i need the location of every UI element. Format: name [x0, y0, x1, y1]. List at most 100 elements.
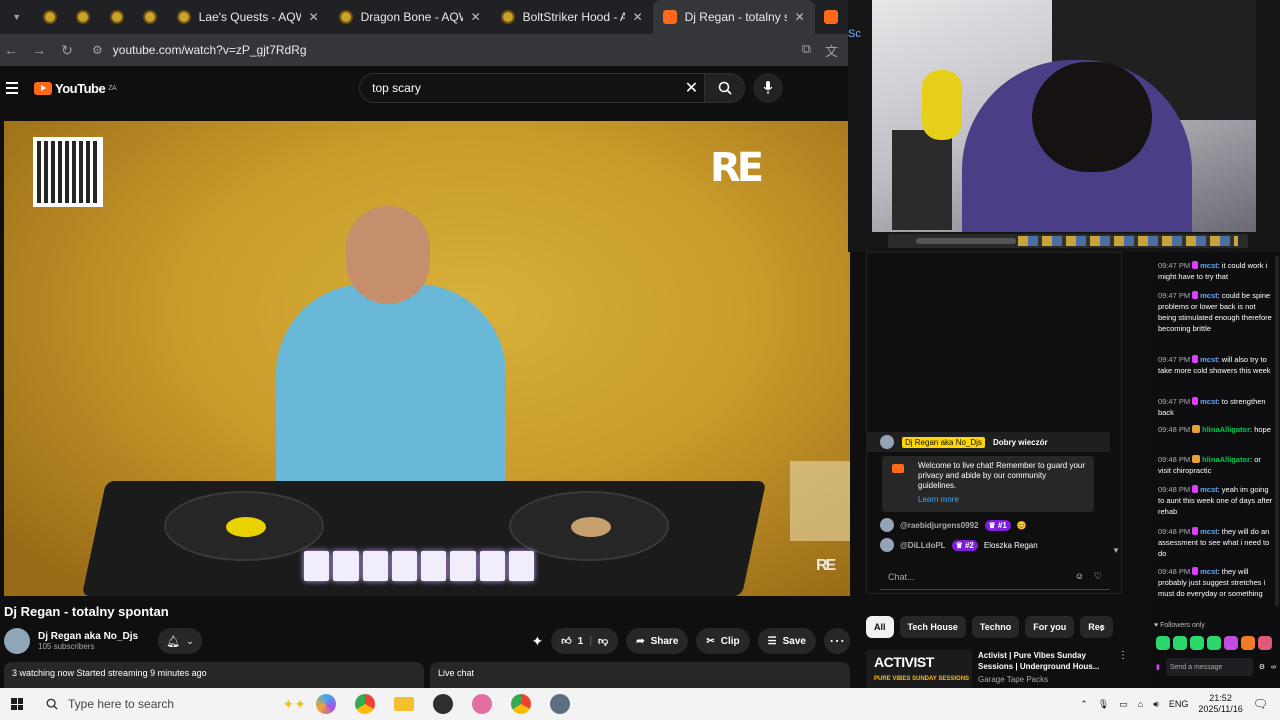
send-message-input[interactable]: Send a message: [1165, 658, 1253, 676]
rank-badge: ♛ #1: [984, 519, 1011, 531]
browser-tab[interactable]: Dragon Bone - AQW ✕: [329, 0, 491, 34]
chat-author[interactable]: @raebidjurgens0992: [900, 521, 979, 530]
emote-icon[interactable]: [1207, 636, 1221, 650]
video-player[interactable]: RE RE: [4, 121, 850, 596]
game-toolbar[interactable]: [888, 234, 1248, 248]
chip-recent[interactable]: Rec: [1080, 616, 1113, 638]
like-button[interactable]: 👍︎ 1 | 👎︎: [551, 628, 619, 654]
chevron-up-icon[interactable]: ⌃: [1080, 699, 1088, 710]
learn-more-link[interactable]: Learn more: [918, 495, 1086, 505]
scroll-down-icon[interactable]: ▼: [1112, 546, 1120, 555]
welcome-notice: Welcome to live chat! Remember to guard …: [882, 456, 1094, 512]
taskbar-app-chrome-2[interactable]: [501, 688, 540, 720]
sparkle-icon[interactable]: ✦: [531, 633, 543, 650]
pinned-tab[interactable]: [100, 0, 133, 34]
menu-icon[interactable]: [6, 82, 18, 94]
system-tray: ⌃ 🎙︎ ▭ ⌂ 🔊︎ ENG 21:52 2025/11/16 🗨︎: [1080, 693, 1280, 715]
emote-icon[interactable]: [1190, 636, 1204, 650]
emote-icon[interactable]: [1258, 636, 1272, 650]
video-thumbnail[interactable]: ACTIVIST PURE VIBES SUNDAY SESSIONS: [866, 650, 972, 688]
taskbar-app-chrome[interactable]: [345, 688, 384, 720]
aqw-favicon-icon: [76, 10, 91, 24]
install-app-icon[interactable]: ⧉: [802, 41, 811, 60]
corner-watermark: RE: [816, 557, 836, 574]
volume-icon[interactable]: 🔊︎: [1153, 699, 1159, 710]
channel-name[interactable]: Dj Regan aka No_Djs: [38, 631, 138, 642]
chevron-right-icon[interactable]: ›: [1100, 616, 1105, 638]
emote-icon[interactable]: [1156, 636, 1170, 650]
translate-icon[interactable]: 文: [825, 41, 838, 60]
voice-search-button[interactable]: [753, 73, 784, 103]
save-playlist-icon: ☰: [767, 635, 777, 647]
chip-all[interactable]: All: [866, 616, 894, 638]
microphone-icon[interactable]: 🎙︎: [1098, 699, 1109, 710]
taskbar-app-snip[interactable]: [462, 688, 501, 720]
reload-icon[interactable]: ↻: [60, 42, 74, 59]
tab-label: Dj Regan - totalny spontan: [684, 10, 787, 24]
tab-list-button[interactable]: ▼: [0, 0, 33, 34]
snipping-tool-icon: [471, 694, 492, 714]
language-indicator[interactable]: ENG: [1169, 699, 1189, 709]
share-button[interactable]: ➦ Share: [626, 628, 689, 654]
forward-icon[interactable]: →: [32, 42, 46, 58]
clock[interactable]: 21:52 2025/11/16: [1198, 693, 1242, 715]
description-box[interactable]: 3 watching now Started streaming 9 minut…: [4, 662, 424, 688]
emote-icon[interactable]: [1224, 636, 1238, 650]
link-icon[interactable]: ∞: [1271, 664, 1276, 671]
taskbar-app-obs[interactable]: [423, 688, 462, 720]
thumbs-down-icon[interactable]: 👎︎: [598, 635, 608, 647]
search-input[interactable]: top scary ✕: [359, 73, 706, 103]
youtube-logo[interactable]: YouTube ZA: [34, 81, 117, 96]
search-button[interactable]: [705, 73, 746, 103]
emote-icon[interactable]: [1241, 636, 1255, 650]
display-icon[interactable]: ▭: [1119, 699, 1128, 710]
rank-badge: ♛ #2: [951, 539, 978, 551]
more-vertical-icon[interactable]: ⋮: [1118, 650, 1124, 688]
back-icon[interactable]: ←: [4, 42, 18, 58]
heart-icon[interactable]: ♡: [1094, 571, 1102, 582]
chat-scrollbar[interactable]: [1275, 256, 1279, 606]
chip-tech-house[interactable]: Tech House: [899, 616, 966, 638]
save-button[interactable]: ☰ Save: [757, 628, 816, 654]
chat-input[interactable]: Chat... ☺ ♡: [880, 564, 1110, 590]
youtube-play-icon: [34, 81, 52, 95]
browser-tab[interactable]: [815, 0, 848, 34]
avatar: [880, 435, 894, 449]
clear-search-icon[interactable]: ✕: [685, 78, 698, 98]
start-button[interactable]: [0, 698, 34, 710]
clip-button[interactable]: ✂ Clip: [696, 628, 750, 654]
notification-button[interactable]: 🔔︎ ⌄: [158, 628, 203, 654]
address-bar[interactable]: ⚙ youtube.com/watch?v=zP_gjt7RdRg: [92, 38, 307, 62]
network-icon[interactable]: ⌂: [1138, 699, 1143, 709]
recommended-title[interactable]: Activist | Pure Vibes Sunday Sessions | …: [978, 650, 1112, 672]
chat-message: @DiLLdoPL ♛ #2 Eloszka Regan: [880, 536, 1038, 554]
browser-tab[interactable]: Lae's Quests - AQW ✕: [167, 0, 329, 34]
chat-message: 09:47 PM mcst: it could work i might have…: [1158, 261, 1268, 281]
taskbar-app-explorer[interactable]: [384, 688, 423, 720]
chip-techno[interactable]: Techno: [971, 616, 1020, 638]
close-icon[interactable]: ✕: [309, 10, 319, 24]
emote-icon[interactable]: [1173, 636, 1187, 650]
browser-tab[interactable]: BoltStriker Hood - AQW ✕: [491, 0, 653, 34]
recommended-video[interactable]: ACTIVIST PURE VIBES SUNDAY SESSIONS Acti…: [866, 650, 1124, 688]
emoji-picker-icon[interactable]: ☺: [1075, 571, 1084, 582]
close-icon[interactable]: ✕: [471, 10, 481, 24]
settings-icon[interactable]: ⚙: [1259, 663, 1265, 671]
notifications-icon[interactable]: 🗨︎: [1253, 697, 1268, 711]
taskbar-app-copilot[interactable]: [306, 688, 345, 720]
taskbar-app-generic[interactable]: [540, 688, 579, 720]
taskbar-search[interactable]: Type here to search ✦✦: [34, 688, 306, 720]
chip-for-you[interactable]: For you: [1025, 616, 1075, 638]
site-info-icon[interactable]: ⚙: [92, 43, 103, 57]
close-icon[interactable]: ✕: [795, 10, 805, 24]
owner-author-tag[interactable]: Dj Regan aka No_Djs: [902, 436, 985, 448]
close-icon[interactable]: ✕: [633, 10, 643, 24]
chat-author[interactable]: @DiLLdoPL: [900, 541, 946, 550]
pinned-tab[interactable]: [33, 0, 66, 34]
channel-avatar[interactable]: [4, 628, 30, 654]
pinned-tab[interactable]: [67, 0, 100, 34]
pinned-tab[interactable]: [133, 0, 166, 34]
more-actions-button[interactable]: ⋯: [824, 628, 850, 654]
tab-label: Dragon Bone - AQW: [360, 10, 463, 24]
browser-tab-active[interactable]: Dj Regan - totalny spontan ✕: [652, 0, 815, 34]
